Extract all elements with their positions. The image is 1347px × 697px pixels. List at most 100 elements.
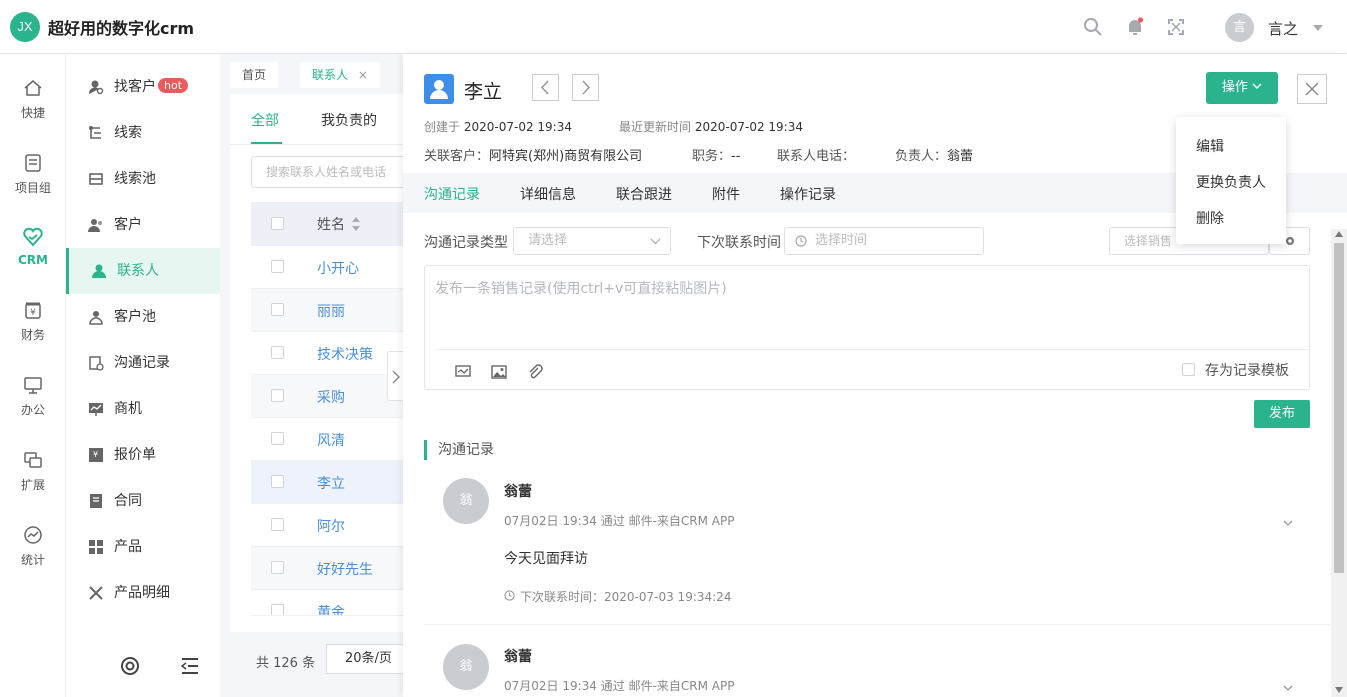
tab-details[interactable]: 详细信息: [520, 184, 576, 204]
table-row[interactable]: 好好先生: [251, 547, 405, 590]
chevron-down-icon[interactable]: [1283, 683, 1293, 693]
image-icon[interactable]: [491, 364, 507, 380]
table-row[interactable]: 小开心: [251, 246, 405, 289]
operations-button[interactable]: 操作: [1206, 72, 1278, 104]
table-row[interactable]: 黄金: [251, 590, 405, 616]
opportunity-icon[interactable]: [455, 364, 471, 380]
contact-name-link[interactable]: 黄金: [317, 602, 345, 615]
contact-name-link[interactable]: 采购: [317, 387, 345, 407]
user-avatar[interactable]: 言: [1225, 13, 1254, 42]
menu-item-edit[interactable]: 编辑: [1196, 136, 1224, 156]
contact-name-link[interactable]: 好好先生: [317, 559, 373, 579]
list-tab-mine[interactable]: 我负责的: [321, 110, 377, 130]
settings-icon[interactable]: [120, 656, 140, 676]
next-contact-picker[interactable]: 选择时间: [784, 227, 984, 255]
operations-dropdown: 编辑 更换负责人 删除: [1176, 117, 1286, 244]
scroll-down-icon[interactable]: [1335, 687, 1343, 693]
column-header-name[interactable]: 姓名: [317, 214, 345, 234]
record-type-select[interactable]: 请选择: [513, 227, 671, 255]
nav-extend[interactable]: 扩展: [0, 450, 66, 493]
publish-button[interactable]: 发布: [1254, 400, 1310, 428]
app-logo: JX: [10, 12, 40, 42]
row-checkbox[interactable]: [271, 389, 284, 402]
next-button[interactable]: [572, 74, 599, 101]
tab-operation-log[interactable]: 操作记录: [780, 184, 836, 204]
collapse-panel-button[interactable]: [387, 351, 404, 401]
search-input[interactable]: 搜索联系人姓名或电话: [251, 156, 411, 188]
nav-finance[interactable]: ¥ 财务: [0, 300, 66, 343]
sidebar-item-communication[interactable]: 沟通记录: [66, 340, 220, 386]
nav-office[interactable]: 办公: [0, 375, 66, 418]
row-checkbox[interactable]: [271, 303, 284, 316]
sidebar-item-customer-pool[interactable]: 客户池: [66, 294, 220, 340]
table-row[interactable]: 阿尔: [251, 504, 405, 547]
tab-contacts[interactable]: 联系人 ×: [300, 62, 380, 88]
contact-name-link[interactable]: 丽丽: [317, 301, 345, 321]
customer-info: 关联客户：阿特宾(郑州)商贸有限公司: [424, 145, 642, 164]
save-template-checkbox[interactable]: [1182, 363, 1195, 376]
bell-icon[interactable]: [1125, 17, 1145, 37]
contact-name-link[interactable]: 小开心: [317, 258, 359, 278]
row-checkbox[interactable]: [271, 475, 284, 488]
tab-communication[interactable]: 沟通记录: [424, 184, 480, 204]
row-checkbox[interactable]: [271, 604, 284, 615]
scrollbar-thumb[interactable]: [1334, 243, 1344, 573]
sidebar-item-contract[interactable]: 合同: [66, 478, 220, 524]
sidebar-item-opportunity[interactable]: 商机: [66, 386, 220, 432]
paperclip-icon[interactable]: [527, 364, 543, 380]
row-checkbox[interactable]: [271, 518, 284, 531]
table-row[interactable]: 采购: [251, 375, 405, 418]
list-tab-all[interactable]: 全部: [251, 110, 279, 130]
sidebar-item-product[interactable]: 产品: [66, 524, 220, 570]
nav-quick[interactable]: 快捷: [0, 78, 66, 121]
chevron-down-icon[interactable]: [1313, 25, 1323, 31]
customer-value[interactable]: 阿特宾(郑州)商贸有限公司: [489, 149, 642, 164]
menu-item-delete[interactable]: 删除: [1196, 208, 1224, 228]
menu-item-change-owner[interactable]: 更换负责人: [1196, 172, 1266, 192]
nav-project[interactable]: 项目组: [0, 153, 66, 196]
chevron-down-icon: [1252, 83, 1262, 89]
sidebar-item-lead-pool[interactable]: 线索池: [66, 156, 220, 202]
table-row[interactable]: 李立: [251, 461, 405, 504]
sidebar-item-contacts[interactable]: 联系人: [66, 248, 220, 294]
contact-name-link[interactable]: 风清: [317, 430, 345, 450]
row-checkbox[interactable]: [271, 260, 284, 273]
row-checkbox[interactable]: [271, 346, 284, 359]
main-nav: 快捷 项目组 CRM ¥ 财务 办公 扩展 统计: [0, 54, 66, 697]
sidebar-item-find-customer[interactable]: 找客户 hot: [66, 64, 220, 110]
contact-name-link[interactable]: 阿尔: [317, 516, 345, 536]
table-row[interactable]: 风清: [251, 418, 405, 461]
sidebar-item-leads[interactable]: 线索: [66, 110, 220, 156]
scroll-up-icon[interactable]: [1335, 231, 1343, 237]
save-template-label[interactable]: 存为记录模板: [1205, 360, 1289, 380]
select-all-checkbox[interactable]: [271, 217, 284, 230]
sidebar-item-customers[interactable]: 客户: [66, 202, 220, 248]
sidebar-item-product-detail[interactable]: 产品明细: [66, 570, 220, 616]
user-name[interactable]: 言之: [1268, 18, 1298, 39]
chevron-down-icon[interactable]: [1283, 518, 1293, 528]
scrollbar[interactable]: [1331, 229, 1347, 697]
table-row[interactable]: 技术决策: [251, 332, 405, 375]
sort-icon[interactable]: [351, 216, 361, 232]
nav-label: 快捷: [20, 106, 45, 120]
prev-button[interactable]: [532, 74, 559, 101]
search-icon[interactable]: [1083, 17, 1103, 37]
tab-joint-followup[interactable]: 联合跟进: [616, 184, 672, 204]
contact-name-link[interactable]: 技术决策: [317, 344, 373, 364]
fullscreen-icon[interactable]: [1166, 17, 1186, 37]
record-textarea[interactable]: 发布一条销售记录(使用ctrl+v可直接粘贴图片) 存为记录模板: [424, 265, 1310, 390]
contact-name-link[interactable]: 李立: [317, 473, 345, 493]
tab-home[interactable]: 首页: [230, 62, 279, 88]
close-button[interactable]: [1297, 74, 1327, 104]
collapse-menu-icon[interactable]: [180, 657, 200, 675]
row-checkbox[interactable]: [271, 432, 284, 445]
row-checkbox[interactable]: [271, 561, 284, 574]
close-icon[interactable]: ×: [358, 68, 368, 82]
sidebar-item-quote[interactable]: ¥ 报价单: [66, 432, 220, 478]
nav-stats[interactable]: 统计: [0, 525, 66, 568]
tab-attachments[interactable]: 附件: [712, 184, 740, 204]
nav-crm[interactable]: CRM: [0, 227, 66, 267]
page-size-select[interactable]: 20条/页: [326, 644, 405, 674]
table-row[interactable]: 丽丽: [251, 289, 405, 332]
contact-icon: [430, 80, 448, 99]
